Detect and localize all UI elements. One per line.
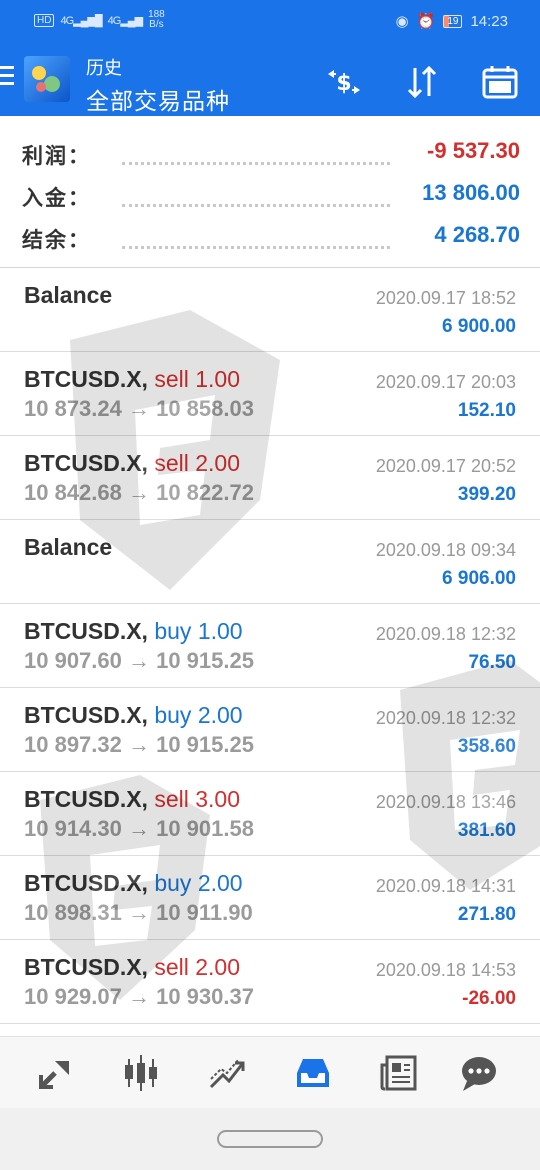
list-item[interactable]: BTCUSD.X, buy 2.00 10 898.31 → 10 911.90… (0, 856, 540, 940)
item-time: 2020.09.18 14:53 (375, 960, 516, 980)
nav-history[interactable] (289, 1049, 337, 1097)
item-profit: 271.80 (457, 904, 516, 925)
nav-trade[interactable] (203, 1049, 251, 1097)
app-bar: 历史 全部交易品种 $ (0, 44, 540, 116)
summary-deposit: 入金： 13 806.00 (22, 174, 520, 216)
item-title: Balance (24, 282, 113, 308)
item-title: BTCUSD.X, sell 2.00 (24, 954, 241, 980)
status-indicators: HD 4G▂▄▆█ 4G▂▄▆ 188 B/s (34, 10, 165, 30)
dotted-leader (122, 246, 390, 249)
hd-indicator: HD (34, 13, 55, 27)
status-bar: HD 4G▂▄▆█ 4G▂▄▆ 188 B/s ◉ ⏰ 19 14:23 (0, 0, 540, 44)
item-profit: 358.60 (457, 736, 516, 757)
summary-value: -9 537.30 (427, 138, 520, 163)
history-list[interactable]: Balance 2020.09.17 18:52 6 900.00 BTCUSD… (0, 268, 540, 1030)
summary-profit: 利润： -9 537.30 (22, 132, 520, 174)
item-prices: 10 929.07 → 10 930.37 (24, 984, 254, 1009)
calendar-icon[interactable] (480, 62, 520, 102)
item-profit: 76.50 (468, 652, 516, 673)
summary-label: 利润： (22, 145, 91, 168)
eye-icon: ◉ (395, 13, 409, 30)
list-item[interactable]: Balance 2020.09.18 09:34 6 906.00 (0, 520, 540, 604)
nav-quotes[interactable] (31, 1049, 79, 1097)
trend-lines-icon (209, 1058, 245, 1089)
item-time: 2020.09.17 18:52 (375, 288, 516, 308)
item-time: 2020.09.18 12:32 (375, 624, 516, 644)
symbol-filter[interactable]: 全部交易品种 (86, 82, 230, 116)
menu-icon[interactable] (0, 66, 16, 86)
item-prices: 10 873.24 → 10 858.03 (24, 396, 254, 421)
quotes-arrows-icon (39, 1061, 69, 1089)
summary-label: 结余： (22, 229, 91, 252)
item-profit: 381.60 (457, 820, 516, 841)
item-title: BTCUSD.X, buy 1.00 (24, 618, 243, 644)
battery-icon: 19 (443, 14, 463, 28)
item-time: 2020.09.17 20:52 (375, 456, 516, 476)
summary-balance: 结余： 4 268.70 (22, 216, 520, 258)
gesture-bar (0, 1108, 540, 1170)
currency-swap-icon[interactable]: $ (324, 62, 364, 102)
item-prices: 10 914.30 → 10 901.58 (24, 816, 254, 841)
network-speed: 188 B/s (148, 9, 165, 30)
app-logo-icon[interactable] (24, 56, 70, 102)
item-time: 2020.09.18 14:31 (375, 876, 516, 896)
list-item[interactable]: BTCUSD.X, buy 2.00 10 897.32 → 10 915.25… (0, 688, 540, 772)
account-summary: 利润： -9 537.30 入金： 13 806.00 结余： 4 268.70 (0, 116, 540, 268)
summary-value: 4 268.70 (434, 222, 520, 247)
item-title: Balance (24, 534, 113, 560)
svg-text:$: $ (336, 71, 351, 96)
list-item[interactable]: BTCUSD.X, sell 2.00 10 929.07 → 10 930.3… (0, 940, 540, 1024)
sort-icon[interactable] (402, 62, 442, 102)
item-profit: 6 900.00 (442, 316, 516, 337)
inbox-icon (297, 1059, 329, 1087)
item-profit: 399.20 (457, 484, 516, 505)
item-time: 2020.09.18 12:32 (375, 708, 516, 728)
summary-value: 13 806.00 (422, 180, 520, 205)
list-item[interactable]: BTCUSD.X, sell 1.00 10 873.24 → 10 858.0… (0, 352, 540, 436)
signal-icon: 4G▂▄▆█ (60, 14, 102, 27)
item-prices: 10 842.68 → 10 822.72 (24, 480, 254, 505)
item-prices: 10 907.60 → 10 915.25 (24, 648, 254, 673)
chat-bubble-icon (462, 1057, 496, 1091)
nav-chart[interactable] (117, 1049, 165, 1097)
nav-messages[interactable] (455, 1049, 503, 1097)
dotted-leader (122, 204, 390, 207)
item-prices: 10 898.31 → 10 911.90 (24, 900, 253, 925)
list-item[interactable]: BTCUSD.X, sell 3.00 10 914.30 → 10 901.5… (0, 772, 540, 856)
candlestick-icon (125, 1055, 157, 1091)
item-title: BTCUSD.X, sell 2.00 (24, 450, 241, 476)
clock-time: 14:23 (470, 12, 508, 30)
alarm-icon: ⏰ (416, 13, 436, 30)
item-profit: -26.00 (462, 988, 516, 1009)
list-item[interactable]: Balance 2020.09.17 18:52 6 900.00 (0, 268, 540, 352)
status-right: ◉ ⏰ 19 14:23 (395, 12, 508, 31)
item-time: 2020.09.18 13:46 (375, 792, 516, 812)
signal-icon-2: 4G▂▄▆ (107, 14, 143, 27)
summary-label: 入金： (22, 187, 91, 210)
item-prices: 10 897.32 → 10 915.25 (24, 732, 254, 757)
home-gesture-handle[interactable] (217, 1130, 323, 1148)
item-title: BTCUSD.X, sell 3.00 (24, 786, 241, 812)
item-time: 2020.09.17 20:03 (375, 372, 516, 392)
page-title: 历史 (86, 58, 122, 78)
item-title: BTCUSD.X, buy 2.00 (24, 702, 243, 728)
nav-news[interactable] (375, 1049, 423, 1097)
newspaper-icon (380, 1055, 417, 1091)
item-time: 2020.09.18 09:34 (375, 540, 516, 560)
item-title: BTCUSD.X, sell 1.00 (24, 366, 241, 392)
item-profit: 152.10 (457, 400, 516, 421)
bottom-navigation (0, 1036, 540, 1108)
dotted-leader (122, 162, 390, 165)
item-profit: 6 906.00 (442, 568, 516, 589)
list-item[interactable]: BTCUSD.X, sell 2.00 10 842.68 → 10 822.7… (0, 436, 540, 520)
list-item[interactable]: BTCUSD.X, buy 1.00 10 907.60 → 10 915.25… (0, 604, 540, 688)
item-title: BTCUSD.X, buy 2.00 (24, 870, 243, 896)
